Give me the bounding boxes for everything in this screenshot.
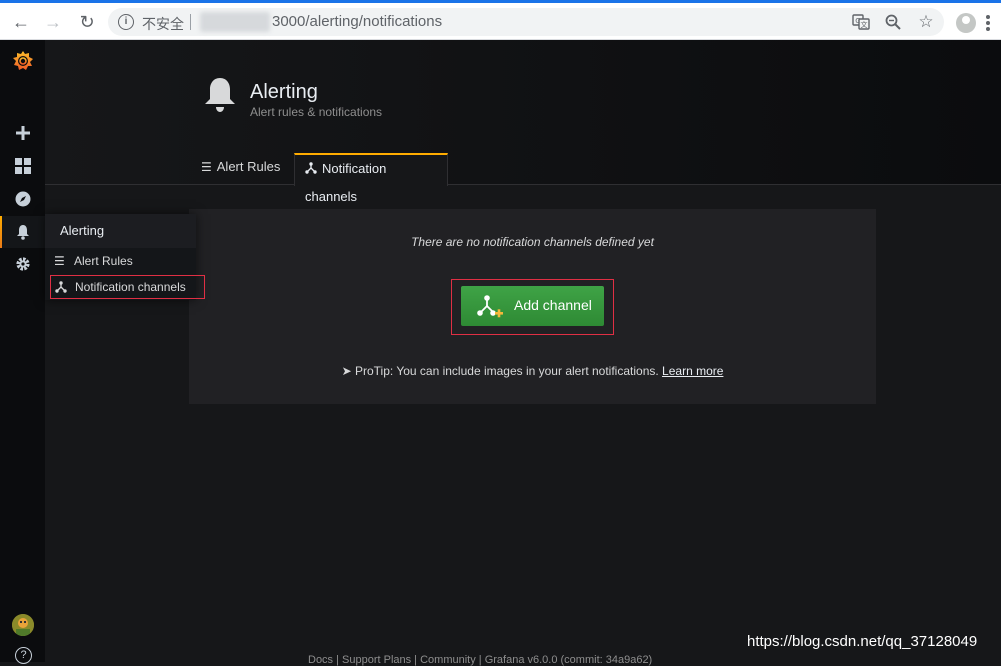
browser-menu-icon[interactable]: [986, 15, 990, 31]
share-alt-icon: [305, 155, 317, 183]
empty-state-panel: There are no notification channels defin…: [189, 209, 876, 404]
sidemenu: ?: [0, 40, 45, 664]
watermark: https://blog.csdn.net/qq_37128049: [747, 633, 978, 650]
dropdown-title[interactable]: Alerting: [45, 214, 196, 248]
forward-arrow-icon[interactable]: →: [42, 11, 64, 33]
url-text: 3000/alerting/notifications: [272, 13, 443, 30]
plus-icon[interactable]: [0, 117, 45, 149]
rocket-icon: ➤: [341, 364, 352, 378]
grafana-logo[interactable]: [11, 49, 35, 73]
redacted-host: [200, 12, 270, 32]
bookmark-star-icon[interactable]: ☆: [917, 13, 935, 31]
translate-icon[interactable]: G文: [852, 13, 870, 31]
avatar[interactable]: [12, 614, 34, 636]
explore-icon[interactable]: [0, 183, 45, 215]
tab-label: Alert Rules: [216, 159, 281, 174]
learn-more-link[interactable]: Learn more: [662, 364, 723, 378]
bell-icon: [203, 76, 237, 114]
security-label: 不安全: [142, 16, 184, 32]
tab-notification-channels[interactable]: Notification channels: [294, 153, 448, 204]
gear-icon[interactable]: [0, 248, 45, 280]
zoom-icon[interactable]: [884, 13, 902, 31]
page-title: Alerting: [250, 81, 318, 103]
tab-label: Notification channels: [305, 161, 387, 204]
tab-alert-rules[interactable]: ☰ Alert Rules: [191, 153, 290, 185]
list-icon: ☰: [54, 254, 65, 268]
add-channel-label: Add channel: [514, 297, 592, 313]
share-alt-icon: [55, 276, 67, 299]
bell-icon[interactable]: [0, 216, 45, 248]
empty-state-message: There are no notification channels defin…: [411, 235, 654, 249]
help-icon[interactable]: ?: [15, 647, 32, 664]
add-channel-button[interactable]: Add channel: [461, 286, 604, 326]
dropdown-item-label: Notification channels: [75, 280, 186, 294]
reload-icon[interactable]: ↻: [76, 11, 98, 33]
dropdown-item-label: Alert Rules: [74, 254, 133, 268]
profile-avatar[interactable]: [956, 13, 976, 33]
protip-text: ProTip: You can include images in your a…: [354, 364, 659, 378]
page-subtitle: Alert rules & notifications: [250, 105, 383, 119]
address-separator: [190, 14, 191, 30]
add-channel-icon: [477, 294, 503, 320]
info-icon[interactable]: i: [118, 14, 134, 30]
back-arrow-icon[interactable]: ←: [10, 11, 32, 33]
svg-text:文: 文: [861, 20, 868, 29]
dashboards-icon[interactable]: [0, 150, 45, 182]
browser-toolbar: ← → ↻ i 不安全 3000/alerting/notifications …: [0, 0, 1001, 40]
footer-links[interactable]: Docs | Support Plans | Community | Grafa…: [308, 654, 652, 666]
address-bar[interactable]: i 不安全 3000/alerting/notifications: [108, 8, 944, 36]
dropdown-item-alert-rules[interactable]: ☰ Alert Rules: [54, 250, 194, 272]
page-header: Alerting Alert rules & notifications ☰ Al…: [45, 40, 1001, 204]
dropdown-item-notification-channels[interactable]: Notification channels: [50, 275, 205, 299]
list-icon: ☰: [201, 160, 212, 174]
protip: ➤ ProTip: You can include images in your…: [189, 364, 876, 378]
